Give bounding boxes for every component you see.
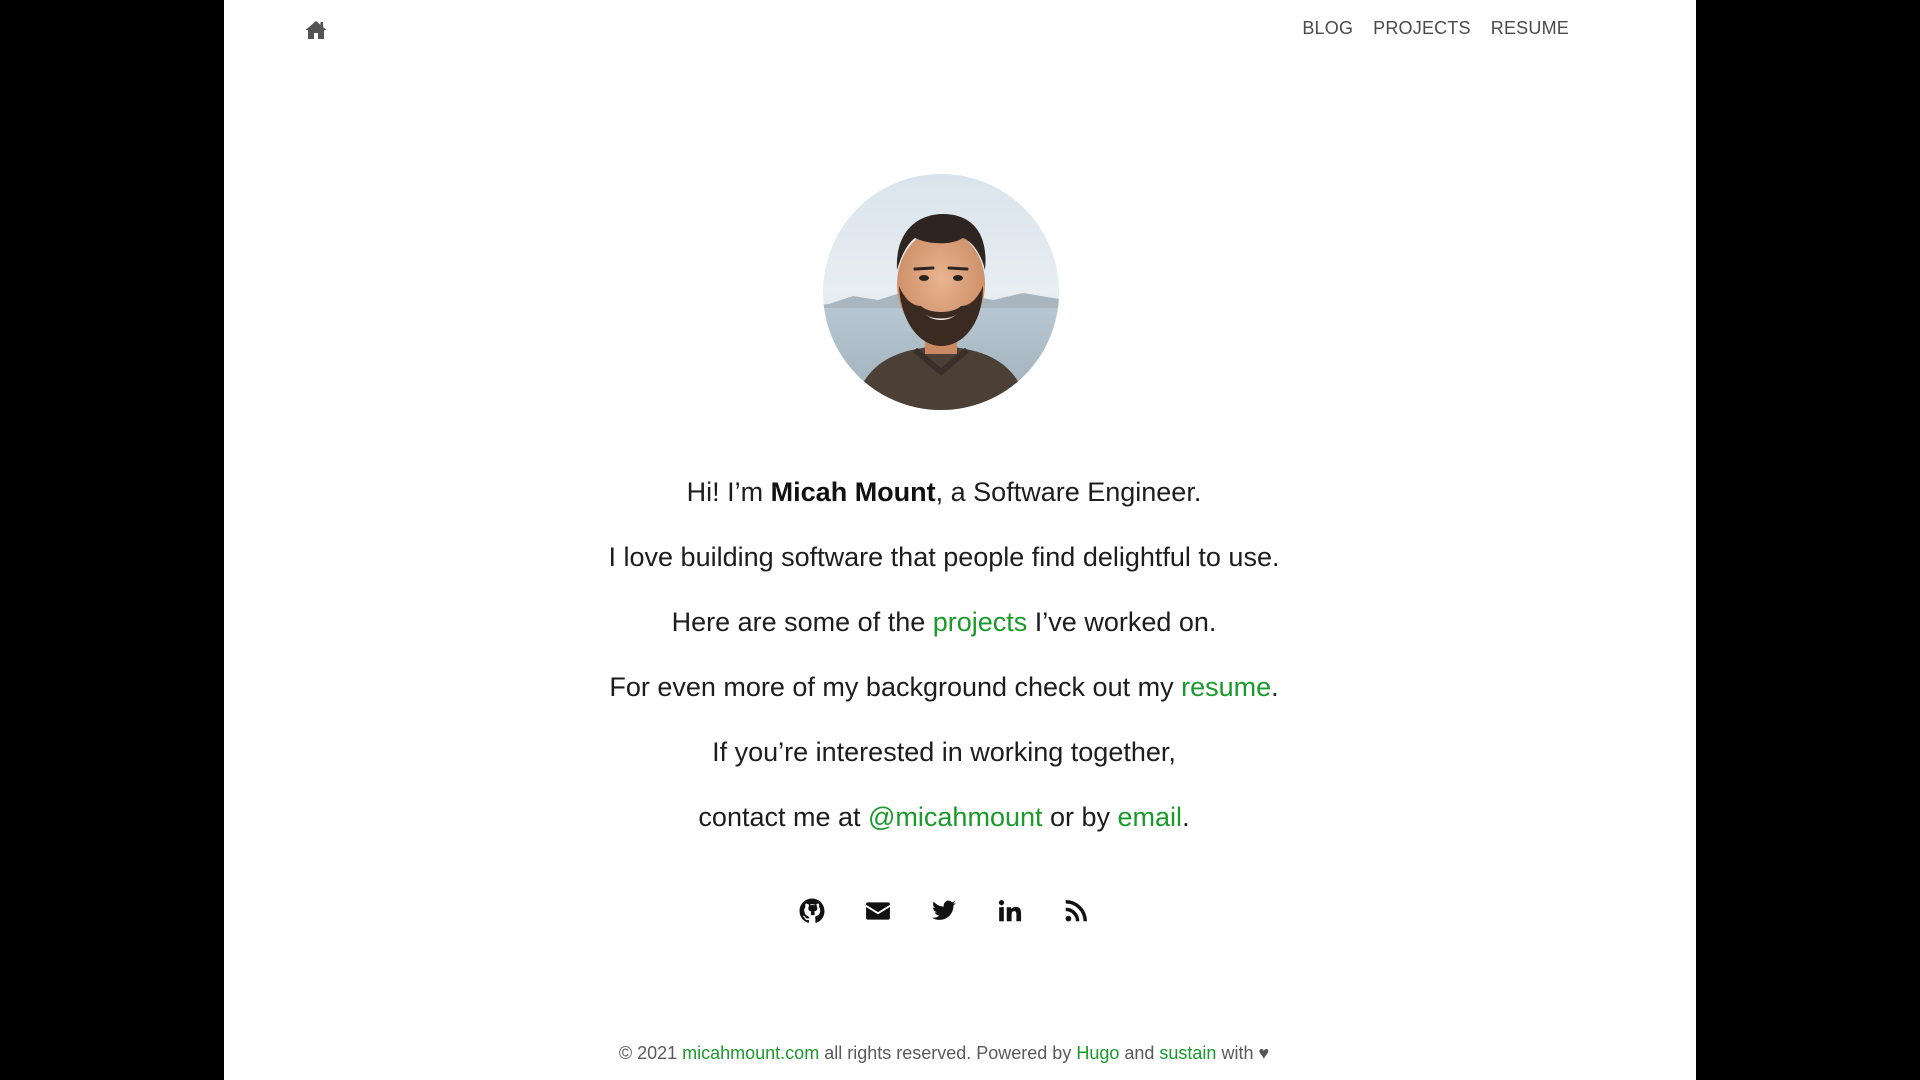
home-link[interactable] <box>304 18 328 42</box>
heart-icon: ♥ <box>1258 1043 1270 1063</box>
page-frame: BLOG PROJECTS RESUME Hi! I’m Micah Mount… <box>224 0 1696 1080</box>
footer-sustain-link[interactable]: sustain <box>1159 1043 1216 1063</box>
footer-text: all rights reserved. Powered by <box>819 1043 1077 1063</box>
intro-line-6-prefix: contact me at <box>698 802 869 832</box>
avatar-image <box>823 174 1059 410</box>
twitter-handle-link[interactable]: @micahmount <box>868 802 1042 832</box>
intro-line-6-middle: or by <box>1042 802 1118 832</box>
linkedin-icon <box>998 900 1022 922</box>
nav-projects[interactable]: PROJECTS <box>1373 18 1471 39</box>
intro-line-6-suffix: . <box>1182 802 1190 832</box>
footer-text-and: and <box>1119 1043 1160 1063</box>
home-icon <box>305 21 327 39</box>
intro-role: , a Software Engineer. <box>935 477 1202 507</box>
intro-line-3: Here are some of the projects I’ve worke… <box>224 594 1664 659</box>
github-link[interactable] <box>797 896 827 926</box>
resume-link[interactable]: resume <box>1181 672 1271 702</box>
author-name: Micah Mount <box>770 477 936 507</box>
intro-line-2: I love building software that people fin… <box>608 542 1280 572</box>
footer-hugo-link[interactable]: Hugo <box>1076 1043 1119 1063</box>
intro-line-5: If you’re interested in working together… <box>712 737 1176 767</box>
intro-line-3-prefix: Here are some of the <box>671 607 933 637</box>
social-links <box>224 896 1664 926</box>
footer: © 2021 micahmount.com all rights reserve… <box>224 1043 1664 1064</box>
intro-line-4-suffix: . <box>1271 672 1279 702</box>
intro-line-4: For even more of my background check out… <box>224 659 1664 724</box>
top-nav: BLOG PROJECTS RESUME <box>1302 18 1569 39</box>
twitter-link[interactable] <box>929 896 959 926</box>
footer-copyright: © 2021 <box>618 1043 683 1063</box>
twitter-icon <box>932 900 956 920</box>
projects-link[interactable]: projects <box>933 607 1028 637</box>
rss-icon <box>1065 900 1087 922</box>
intro-line-1: Hi! I’m Micah Mount, a Software Engineer… <box>224 464 1664 529</box>
github-icon <box>799 898 825 923</box>
intro-line-6: contact me at @micahmount or by email. <box>224 789 1664 854</box>
intro-line-3-suffix: I’ve worked on. <box>1027 607 1217 637</box>
nav-blog[interactable]: BLOG <box>1302 18 1353 39</box>
rss-link[interactable] <box>1061 896 1091 926</box>
intro-text: Hi! I’m Micah Mount, a Software Engineer… <box>224 464 1664 854</box>
nav-resume[interactable]: RESUME <box>1491 18 1569 39</box>
intro-greeting: Hi! I’m <box>686 477 771 507</box>
email-icon <box>866 902 890 920</box>
intro-line-4-prefix: For even more of my background check out… <box>609 672 1182 702</box>
mail-link[interactable] <box>863 896 893 926</box>
footer-text-with: with <box>1216 1043 1259 1063</box>
email-link[interactable]: email <box>1118 802 1183 832</box>
linkedin-link[interactable] <box>995 896 1025 926</box>
footer-site-link[interactable]: micahmount.com <box>682 1043 819 1063</box>
avatar <box>823 174 1059 410</box>
